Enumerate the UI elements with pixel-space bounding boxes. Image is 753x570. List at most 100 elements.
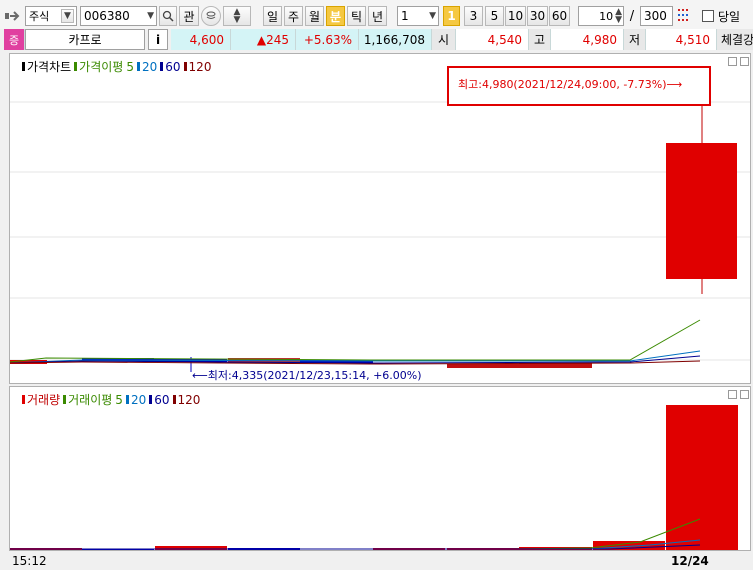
interval-30-button[interactable]: 30 xyxy=(527,6,548,26)
spinner-arrows[interactable]: ▲ ▼ xyxy=(615,8,622,25)
market-select-value: 주식 xyxy=(29,10,50,23)
display-count-value: 10 xyxy=(599,9,614,23)
minimize-icon[interactable] xyxy=(728,390,737,399)
legend-marker xyxy=(63,395,67,404)
period-day-button[interactable]: 일 xyxy=(263,6,282,26)
today-label-text: 당일 xyxy=(718,9,741,24)
interval-10-button[interactable]: 10 xyxy=(505,6,526,26)
today-label: 당일 xyxy=(718,6,750,26)
watch-button[interactable]: 관 xyxy=(179,6,199,26)
legend-marker xyxy=(136,62,140,71)
stock-code-value: 006380 xyxy=(84,9,130,23)
info-button[interactable]: i xyxy=(148,29,168,50)
legend-marker xyxy=(125,395,129,404)
trade-volume-value: 1,166,708 xyxy=(363,32,425,47)
low-label-text: 저 xyxy=(628,33,641,47)
interval-1-label: 1 xyxy=(447,9,456,23)
big-price-candle xyxy=(666,143,737,279)
legend-marker xyxy=(183,62,187,71)
legend-marker xyxy=(22,62,25,71)
link-icon[interactable] xyxy=(4,6,22,26)
low-annotation: ⟵최저:4,335(2021/12/23,15:14, +6.00%) xyxy=(192,369,422,382)
minimize-icon[interactable] xyxy=(728,57,737,66)
info-icon: i xyxy=(155,32,161,47)
interval-select[interactable]: 1 ▼ xyxy=(397,6,439,26)
trade-strength-label: 체결강 xyxy=(717,29,753,50)
interval-3-button[interactable]: 3 xyxy=(464,6,483,26)
close-icon[interactable] xyxy=(740,57,749,66)
period-minute-label: 분 xyxy=(329,9,342,24)
trade-strength-text: 체결강 xyxy=(721,33,753,47)
price-change: ▲245 xyxy=(231,29,296,50)
stock-code-input[interactable]: 006380 ▼ xyxy=(80,6,157,26)
interval-5-button[interactable]: 5 xyxy=(485,6,504,26)
close-icon[interactable] xyxy=(740,390,749,399)
low-label: 저 xyxy=(624,29,646,50)
chart-toolbar: 주식 ▼ 006380 ▼ 관 ▲ ▼ 일 주 월 분 틱 년 1 ▼ 1 3 … xyxy=(0,0,753,29)
legend-marker xyxy=(160,62,164,71)
interval-1-button[interactable]: 1 xyxy=(443,6,460,26)
price-chart-title: 가격차트 xyxy=(27,60,72,74)
period-day-label: 일 xyxy=(266,9,279,24)
interval-60-label: 60 xyxy=(551,9,568,23)
legend-marker xyxy=(172,395,176,404)
period-minute-button[interactable]: 분 xyxy=(326,6,345,26)
price-ma-20: 20 xyxy=(141,59,158,74)
volume-chart-panel[interactable]: 거래량 거래이평 5 20 60 120 xyxy=(9,386,751,551)
settings-grid-icon[interactable] xyxy=(675,6,693,26)
interval-30-label: 30 xyxy=(529,9,546,23)
today-checkbox[interactable] xyxy=(702,6,714,26)
market-badge-text: 증 xyxy=(8,33,20,47)
interval-3-label: 3 xyxy=(469,9,478,23)
period-tick-label: 틱 xyxy=(350,9,363,24)
count-separator-text: / xyxy=(629,8,635,24)
price-chart-panel[interactable]: 가격차트 가격이평 5 20 60 120 최고:4,980(2021/12/2… xyxy=(9,53,751,384)
period-year-label: 년 xyxy=(371,9,384,24)
volume-chart-title: 거래량 xyxy=(27,393,61,407)
open-label: 시 xyxy=(432,29,456,50)
period-year-button[interactable]: 년 xyxy=(368,6,387,26)
open-price: 4,540 xyxy=(456,29,529,50)
period-month-label: 월 xyxy=(308,9,321,24)
search-icon xyxy=(162,10,174,22)
market-badge: 증 xyxy=(4,29,25,50)
display-count-spinner[interactable]: 10 ▲ ▼ xyxy=(578,6,624,26)
high-price: 4,980 xyxy=(551,29,624,50)
chevron-down-icon[interactable]: ▼ xyxy=(429,11,436,21)
price-ma-60: 60 xyxy=(165,59,181,74)
price-gridlines xyxy=(10,101,750,361)
current-price-value: 4,600 xyxy=(189,32,224,47)
search-button[interactable] xyxy=(159,6,177,26)
volume-ma-20: 20 xyxy=(130,392,147,407)
period-tick-button[interactable]: 틱 xyxy=(347,6,366,26)
interval-60-button[interactable]: 60 xyxy=(549,6,570,26)
high-label-text: 고 xyxy=(533,33,546,47)
stack-button[interactable] xyxy=(201,6,221,26)
stock-name-text: 카프로 xyxy=(68,33,102,47)
volume-ma-5: 5 xyxy=(115,392,123,407)
chevron-down-icon[interactable]: ▼ xyxy=(61,9,74,23)
interval-select-value: 1 xyxy=(401,9,409,23)
volume-chart-canvas[interactable] xyxy=(10,387,750,550)
legend-marker xyxy=(22,395,25,404)
quote-info-row: 증 카프로 i 4,600 ▲245 +5.63% 1,166,708 시 4,… xyxy=(0,29,753,50)
chevron-down-icon[interactable]: ▼ xyxy=(147,11,154,21)
volume-legend: 거래량 거래이평 5 20 60 120 xyxy=(22,391,203,408)
high-price-value: 4,980 xyxy=(582,32,617,47)
market-select[interactable]: 주식 ▼ xyxy=(25,6,77,26)
price-chart-canvas[interactable] xyxy=(10,54,750,383)
count-separator: / xyxy=(627,6,637,26)
interval-5-label: 5 xyxy=(490,9,499,23)
total-count-input[interactable]: 300 xyxy=(640,6,673,26)
prev-next-stepper[interactable]: ▲ ▼ xyxy=(223,6,251,26)
chevron-down-icon[interactable]: ▼ xyxy=(234,16,241,25)
volume-ma-title: 거래이평 xyxy=(68,393,113,407)
ma5-line xyxy=(10,319,701,363)
chevron-down-icon[interactable]: ▼ xyxy=(615,16,622,25)
price-legend: 가격차트 가격이평 5 20 60 120 xyxy=(22,58,214,75)
period-week-button[interactable]: 주 xyxy=(284,6,303,26)
period-month-button[interactable]: 월 xyxy=(305,6,324,26)
low-price-value: 4,510 xyxy=(675,32,710,47)
change-percent-value: +5.63% xyxy=(303,32,352,47)
period-week-label: 주 xyxy=(287,9,300,24)
